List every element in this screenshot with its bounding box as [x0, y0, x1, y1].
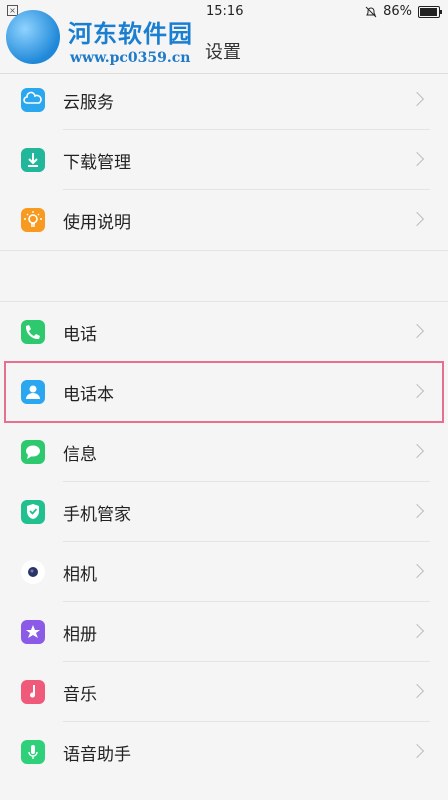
- watermark-logo: [6, 10, 60, 64]
- settings-item[interactable]: 电话本: [0, 362, 448, 422]
- status-right: 86%: [365, 4, 442, 19]
- settings-item-label: 电话: [63, 324, 97, 345]
- chevron-right-icon: [409, 503, 425, 519]
- gallery-icon: [21, 620, 45, 644]
- settings-item-label: 音乐: [63, 684, 97, 705]
- settings-item-label: 使用说明: [63, 212, 131, 233]
- chevron-right-icon: [409, 683, 425, 699]
- battery-percent: 86%: [383, 4, 412, 19]
- phone-icon: [21, 320, 45, 344]
- chevron-right-icon: [409, 211, 425, 227]
- chevron-right-icon: [409, 151, 425, 167]
- group-divider-bottom: [0, 301, 448, 302]
- settings-item[interactable]: 电话: [0, 302, 448, 362]
- page-title: 设置: [205, 42, 241, 63]
- chevron-right-icon: [409, 563, 425, 579]
- settings-item-label: 电话本: [63, 384, 114, 405]
- settings-group-1: 云服务下载管理使用说明: [0, 70, 448, 250]
- settings-item[interactable]: 信息: [0, 422, 448, 482]
- settings-item[interactable]: 云服务: [0, 70, 448, 130]
- watermark: 河东软件园 www.pc0359.cn: [4, 6, 204, 68]
- settings-item-label: 语音助手: [63, 744, 131, 765]
- settings-item-label: 云服务: [63, 92, 114, 113]
- group-divider-top: [0, 250, 448, 251]
- lightbulb-icon: [21, 208, 45, 232]
- settings-item-label: 下载管理: [63, 152, 131, 173]
- chevron-right-icon: [409, 383, 425, 399]
- battery-icon: [418, 5, 442, 18]
- chevron-right-icon: [409, 623, 425, 639]
- camera-icon: [21, 560, 45, 584]
- status-time: 15:16: [206, 4, 244, 19]
- shield-icon: [21, 500, 45, 524]
- settings-item[interactable]: 相机: [0, 542, 448, 602]
- settings-item[interactable]: 语音助手: [0, 722, 448, 782]
- message-icon: [21, 440, 45, 464]
- voice-assistant-icon: [21, 740, 45, 764]
- settings-item-label: 相机: [63, 564, 97, 585]
- chevron-right-icon: [409, 743, 425, 759]
- settings-item-label: 相册: [63, 624, 97, 645]
- music-icon: [21, 680, 45, 704]
- chevron-right-icon: [409, 443, 425, 459]
- cloud-icon: [21, 88, 45, 112]
- settings-item-label: 信息: [63, 444, 97, 465]
- watermark-title: 河东软件园: [68, 19, 193, 48]
- settings-item[interactable]: 下载管理: [0, 130, 448, 190]
- download-icon: [21, 148, 45, 172]
- watermark-url: www.pc0359.cn: [70, 50, 191, 66]
- settings-item[interactable]: 手机管家: [0, 482, 448, 542]
- settings-item[interactable]: 使用说明: [0, 190, 448, 250]
- contacts-icon: [21, 380, 45, 404]
- settings-group-2: 电话电话本信息手机管家相机相册音乐语音助手: [0, 302, 448, 782]
- chevron-right-icon: [409, 91, 425, 107]
- alarm-icon: [365, 6, 377, 17]
- settings-item[interactable]: 相册: [0, 602, 448, 662]
- settings-item[interactable]: 音乐: [0, 662, 448, 722]
- settings-item-label: 手机管家: [63, 504, 131, 525]
- chevron-right-icon: [409, 323, 425, 339]
